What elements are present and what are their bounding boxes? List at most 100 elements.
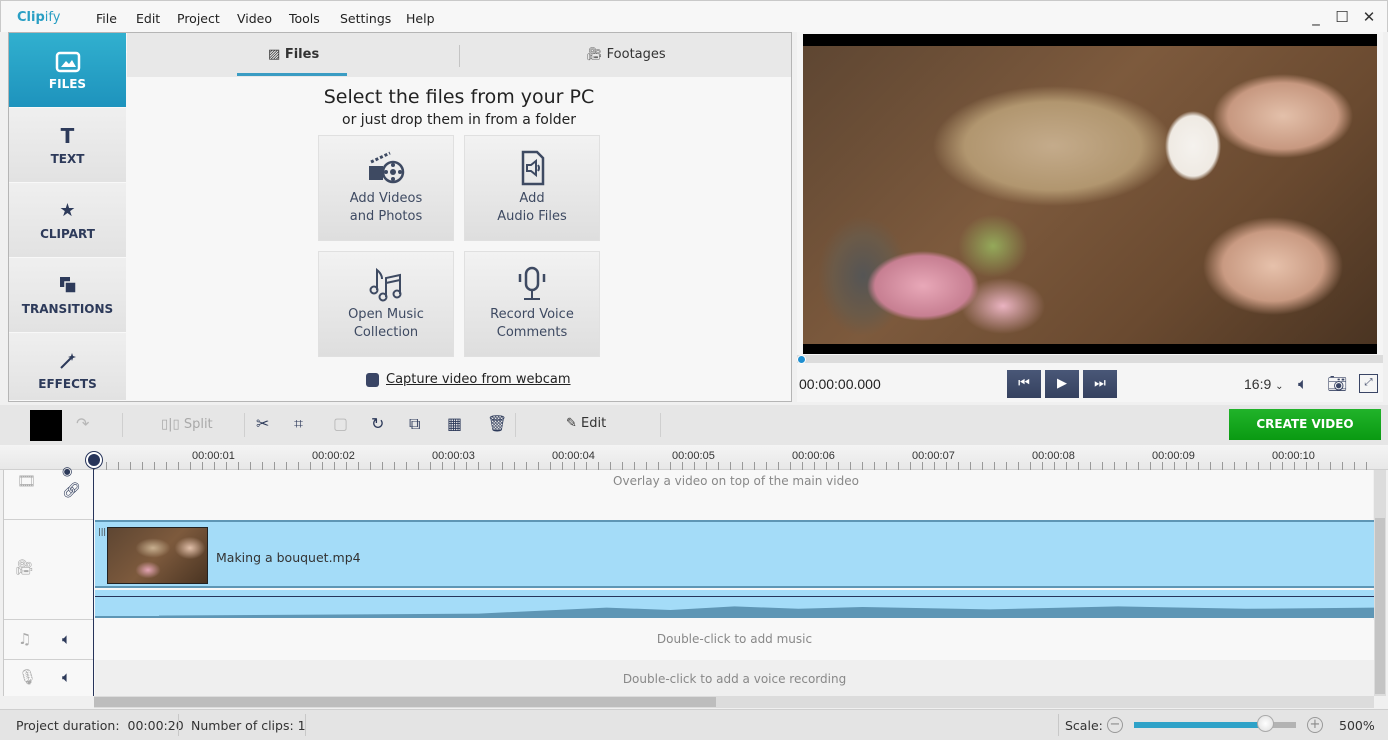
menu-tools[interactable]: Tools (289, 11, 320, 26)
next-button[interactable]: ⏭ (1083, 370, 1117, 398)
frame-icon[interactable]: ▢ (333, 414, 348, 433)
sidebar-item-text[interactable]: T TEXT (9, 108, 126, 183)
voice-track-hint: Double-click to add a voice recording (622, 672, 847, 686)
zoom-out-icon[interactable]: − (1107, 717, 1123, 733)
zoom-in-icon[interactable]: + (1307, 717, 1323, 733)
status-divider (1058, 714, 1059, 736)
seek-handle[interactable] (797, 355, 806, 364)
vertical-scrollbar[interactable] (1374, 470, 1386, 696)
volume-icon[interactable]: 🔈︎ (1298, 374, 1308, 394)
record-voice-comments-button[interactable]: Record Voice Comments (464, 251, 600, 357)
maximize-button[interactable]: ☐ (1331, 7, 1353, 27)
scrollbar-thumb[interactable] (1375, 518, 1385, 694)
music-track-header: ♫ 🔈︎ (4, 620, 94, 660)
timeline-tracks: 🎞︎ ◉ 🔗︎ 🎥︎ ♫ 🔈︎ 🎙︎ 🔈︎ Overlay a video on… (3, 464, 1374, 696)
music-notes-icon (366, 266, 406, 302)
clip-thumbnail (107, 527, 208, 584)
capture-webcam-link[interactable]: Capture video from webcam (386, 372, 571, 387)
menu-edit[interactable]: Edit (136, 11, 160, 26)
add-clip-icon[interactable]: ▦ (447, 414, 462, 433)
split-button[interactable]: ▯|▯ Split (161, 417, 213, 432)
crop-icon[interactable]: ⌗ (294, 414, 303, 434)
volume-icon[interactable]: 🔈︎ (62, 630, 71, 648)
overlay-track-hint[interactable]: Overlay a video on top of the main video (98, 474, 1374, 488)
track-headers: 🎞︎ ◉ 🔗︎ 🎥︎ ♫ 🔈︎ 🎙︎ 🔈︎ (4, 464, 94, 696)
split-icon: ▯|▯ (161, 417, 180, 432)
add-audio-files-button[interactable]: Add Audio Files (464, 135, 600, 241)
skip-forward-icon: ⏭ (1094, 376, 1106, 391)
playhead-handle[interactable] (86, 452, 102, 468)
snapshot-camera-icon[interactable]: 📷︎ (1327, 374, 1347, 393)
music-track[interactable]: Double-click to add music (95, 620, 1374, 660)
delete-trash-icon[interactable]: 🗑︎ (487, 414, 507, 433)
volume-icon[interactable]: 🔈︎ (62, 668, 71, 686)
files-subheading: or just drop them in from a folder (342, 112, 576, 128)
clip-audio-waveform[interactable] (95, 590, 1374, 618)
menu-project[interactable]: Project (177, 11, 220, 26)
cut-scissors-icon[interactable]: ✂ (256, 414, 269, 433)
voice-track[interactable]: Double-click to add a voice recording (95, 660, 1374, 696)
menu-settings[interactable]: Settings (340, 11, 391, 26)
scale-slider-fill (1134, 722, 1266, 728)
resize-icon[interactable]: ⧉ (409, 414, 420, 434)
play-button[interactable]: ▶ (1045, 370, 1079, 398)
clip-grip-handle[interactable]: ||| (98, 527, 106, 536)
sidebar-item-effects[interactable]: EFFECTS (9, 333, 126, 401)
ruler-label: 00:00:03 (432, 450, 475, 462)
active-tab-underline (237, 73, 347, 76)
eye-icon[interactable]: ◉ (62, 464, 72, 478)
video-camera-icon: 🎥︎ (15, 558, 35, 576)
volume-line[interactable] (95, 596, 1374, 597)
menu-help[interactable]: Help (406, 11, 435, 26)
tab-footages[interactable]: 🎥︎ Footages (586, 47, 666, 62)
video-player[interactable] (803, 34, 1377, 354)
toolbar-divider (244, 413, 245, 437)
waveform (95, 606, 1374, 616)
seek-bar[interactable] (797, 355, 1383, 363)
image-icon: ▨ (268, 47, 281, 62)
horizontal-scrollbar[interactable] (94, 696, 1374, 708)
webcam-icon (366, 373, 379, 387)
clip-name: Making a bouquet.mp4 (216, 550, 361, 565)
sidebar: FILES T TEXT ★ CLIPART TRANSITIONS EFFEC… (9, 33, 126, 401)
scrollbar-thumb[interactable] (94, 697, 716, 707)
link-icon[interactable]: 🔗︎ (62, 481, 81, 499)
edit-button[interactable]: ✎ Edit (566, 416, 606, 431)
background-color-swatch[interactable] (30, 410, 62, 441)
ruler-label: 00:00:10 (1272, 450, 1315, 462)
add-videos-photos-button[interactable]: Add Videos and Photos (318, 135, 454, 241)
tab-files[interactable]: ▨ Files (268, 47, 319, 62)
menu-file[interactable]: File (96, 11, 117, 26)
close-button[interactable]: ✕ (1358, 7, 1380, 27)
create-video-button[interactable]: CREATE VIDEO (1229, 409, 1381, 440)
toolbar-divider (515, 413, 516, 437)
film-reel-icon (366, 150, 406, 186)
ruler-label: 00:00:05 (672, 450, 715, 462)
scale-slider-handle[interactable] (1257, 715, 1275, 732)
open-music-collection-button[interactable]: Open Music Collection (318, 251, 454, 357)
toolbar-divider (122, 413, 123, 437)
menu-video[interactable]: Video (237, 11, 272, 26)
sidebar-item-files[interactable]: FILES (9, 33, 126, 108)
image-icon (9, 51, 126, 73)
status-divider (305, 714, 306, 736)
video-clip[interactable]: ||| Making a bouquet.mp4 (95, 520, 1374, 588)
aspect-ratio-dropdown[interactable]: 16:9 ⌄ (1244, 376, 1284, 392)
redo-icon[interactable]: ↷ (76, 414, 89, 433)
sidebar-item-clipart[interactable]: ★ CLIPART (9, 183, 126, 258)
previous-button[interactable]: ⏮ (1007, 370, 1041, 398)
ruler-label: 00:00:09 (1152, 450, 1195, 462)
timeline-ruler[interactable]: 00:00:01 00:00:02 00:00:03 00:00:04 00:0… (0, 445, 1388, 470)
skip-back-icon: ⏮ (1018, 376, 1030, 391)
sidebar-item-transitions[interactable]: TRANSITIONS (9, 258, 126, 333)
edit-pencil-icon: ✎ (566, 416, 577, 431)
fullscreen-icon[interactable]: ⤢ (1359, 374, 1378, 393)
rotate-icon[interactable]: ↻ (371, 414, 384, 433)
tab-bar: ▨ Files 🎥︎ Footages (127, 33, 791, 77)
playhead-line (93, 468, 94, 696)
app-logo: Clipify (17, 10, 61, 25)
minimize-button[interactable]: _ (1305, 7, 1327, 27)
ruler-label: 00:00:01 (192, 450, 235, 462)
magic-wand-icon (9, 351, 126, 371)
ruler-label: 00:00:06 (792, 450, 835, 462)
